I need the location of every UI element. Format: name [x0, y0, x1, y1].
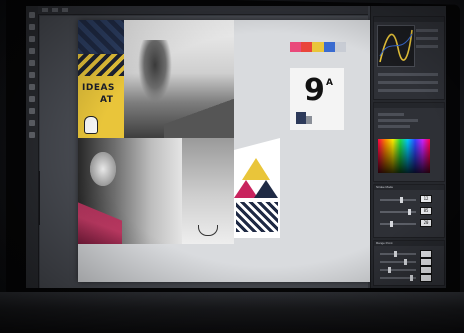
card-chip — [296, 112, 306, 124]
color-swatches — [290, 42, 347, 52]
ideas-tile: IDEAS AT — [78, 76, 124, 138]
crop-tool-icon[interactable] — [29, 48, 35, 54]
curves-slider-row[interactable] — [378, 89, 438, 92]
curves-slider-row[interactable] — [378, 73, 438, 76]
curves-option-row[interactable] — [416, 45, 438, 48]
monitor-bottom-edge — [0, 292, 464, 333]
marquee-tool-icon[interactable] — [29, 24, 35, 30]
range-slider-3[interactable] — [380, 267, 416, 273]
card-superscript: A — [326, 78, 333, 88]
text-tool-icon[interactable] — [29, 96, 35, 102]
option-control[interactable] — [62, 8, 68, 12]
landscape-photo — [124, 20, 234, 138]
ideas-text: IDEAS AT — [82, 82, 115, 106]
number-card: 9 A — [290, 68, 344, 130]
tools-panel — [26, 6, 39, 288]
stroke-value-1[interactable]: 12 — [420, 195, 432, 203]
cup-icon — [198, 225, 218, 236]
swatch-5[interactable] — [334, 42, 347, 52]
panel-title — [374, 103, 444, 108]
pen-tool-icon[interactable] — [29, 108, 35, 114]
tree-shape — [138, 40, 172, 102]
gradient-tool-icon[interactable] — [29, 84, 35, 90]
swatch-4[interactable] — [323, 42, 335, 52]
color-option-row[interactable] — [378, 119, 418, 122]
panel-title — [374, 17, 444, 22]
curves-option-row[interactable] — [416, 37, 438, 40]
range-slider-2[interactable] — [380, 259, 416, 265]
stripe-pattern — [236, 202, 278, 232]
road-shape — [164, 98, 234, 138]
curves-graph[interactable] — [377, 25, 415, 67]
portrait-photo — [78, 138, 182, 244]
range-slider-4[interactable] — [380, 275, 416, 281]
panel-title: Range Point — [374, 241, 444, 246]
move-tool-icon[interactable] — [29, 12, 35, 18]
navy-triangle — [254, 180, 278, 198]
curves-option-row[interactable] — [416, 29, 438, 32]
right-dock: Stroke Mode 12 85 20 Range Point — [370, 6, 446, 288]
range-slider-1[interactable] — [380, 251, 416, 257]
stroke-value-3[interactable]: 20 — [420, 219, 432, 227]
curves-slider-row[interactable] — [378, 81, 438, 84]
panel-title: Stroke Mode — [374, 185, 444, 190]
swatch-1[interactable] — [290, 42, 302, 52]
brush-tool-icon[interactable] — [29, 60, 35, 66]
face-shape — [90, 152, 116, 186]
option-control[interactable] — [52, 8, 58, 12]
eraser-tool-icon[interactable] — [29, 72, 35, 78]
stroke-slider-1[interactable] — [380, 197, 416, 203]
lasso-tool-icon[interactable] — [29, 36, 35, 42]
range-value-2[interactable] — [420, 258, 432, 266]
color-spectrum[interactable] — [378, 139, 430, 173]
option-control[interactable] — [42, 8, 48, 12]
range-value-4[interactable] — [420, 274, 432, 282]
hand-tool-icon[interactable] — [29, 120, 35, 126]
scene: IDEAS AT 9 A Stroke Mode 12 85 20 Range … — [0, 0, 464, 333]
document-artboard[interactable]: IDEAS AT 9 A — [78, 20, 372, 282]
card-chip-small — [306, 116, 312, 124]
color-panel — [373, 102, 445, 182]
stroke-slider-3[interactable] — [380, 221, 416, 227]
stroke-slider-2[interactable] — [380, 209, 416, 215]
swatch-2[interactable] — [301, 42, 313, 52]
range-point-panel: Range Point — [373, 240, 445, 286]
ideas-line-2: AT — [100, 95, 114, 105]
geometric-shapes-tile — [234, 138, 280, 238]
zoom-tool-icon[interactable] — [29, 132, 35, 138]
curves-panel — [373, 16, 445, 100]
color-option-row[interactable] — [378, 113, 404, 116]
swatch-3[interactable] — [312, 42, 324, 52]
editor-screen: IDEAS AT 9 A Stroke Mode 12 85 20 Range … — [26, 6, 446, 288]
stroke-mode-panel: Stroke Mode 12 85 20 — [373, 184, 445, 238]
stroke-value-2[interactable]: 85 — [420, 207, 432, 215]
lightbulb-icon — [84, 116, 98, 134]
range-value-1[interactable] — [420, 250, 432, 258]
card-number: 9 — [304, 73, 325, 108]
yellow-triangle — [242, 158, 270, 180]
cup-photo — [182, 138, 234, 244]
ideas-line-1: IDEAS — [82, 83, 115, 93]
pattern-tile — [78, 20, 124, 76]
color-option-row[interactable] — [378, 125, 410, 128]
canvas-area[interactable]: IDEAS AT 9 A — [40, 16, 372, 288]
magenta-overlay — [78, 202, 122, 244]
options-bar — [38, 6, 368, 15]
range-value-3[interactable] — [420, 266, 432, 274]
